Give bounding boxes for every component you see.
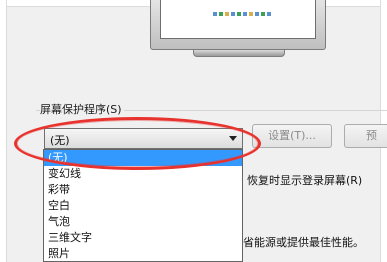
monitor-preview xyxy=(150,0,326,50)
desktop-icon xyxy=(225,12,229,16)
show-logon-screen-label[interactable]: 恢复时显示登录屏幕(R) xyxy=(247,172,362,188)
dropdown-option[interactable]: 空白 xyxy=(44,198,242,214)
desktop-icon xyxy=(213,12,217,16)
desktop-icon xyxy=(243,12,247,16)
window-border-left xyxy=(0,0,7,262)
dropdown-option[interactable]: 彩带 xyxy=(44,182,242,198)
desktop-icon xyxy=(261,12,265,16)
desktop-icon xyxy=(255,12,259,16)
desktop-icon xyxy=(231,12,235,16)
dropdown-option[interactable]: (无) xyxy=(44,150,242,166)
dropdown-option[interactable]: 三维文字 xyxy=(44,230,242,246)
screensaver-select-value: (无) xyxy=(50,134,70,147)
dropdown-option[interactable]: 气泡 xyxy=(44,214,242,230)
desktop-icon xyxy=(219,12,223,16)
screensaver-group-label: 屏幕保护程序(S) xyxy=(40,101,124,117)
monitor-stand xyxy=(193,50,285,57)
desktop-icon xyxy=(249,12,253,16)
screensaver-select[interactable]: (无) xyxy=(44,128,243,149)
power-settings-text: 省能源或提供最佳性能。 xyxy=(243,236,364,249)
desktop-icon xyxy=(237,12,241,16)
dropdown-arrow-icon[interactable] xyxy=(229,136,237,141)
dropdown-option[interactable]: 变幻线 xyxy=(44,166,242,182)
dropdown-option[interactable]: 照片 xyxy=(44,246,242,261)
preview-button[interactable]: 预 xyxy=(344,124,387,148)
monitor-preview-screen xyxy=(160,0,316,39)
settings-button[interactable]: 设置(T)... xyxy=(252,124,332,148)
screensaver-dropdown-list[interactable]: (无) 变幻线 彩带 空白 气泡 三维文字 照片 xyxy=(43,149,243,262)
desktop-icon xyxy=(267,12,271,16)
